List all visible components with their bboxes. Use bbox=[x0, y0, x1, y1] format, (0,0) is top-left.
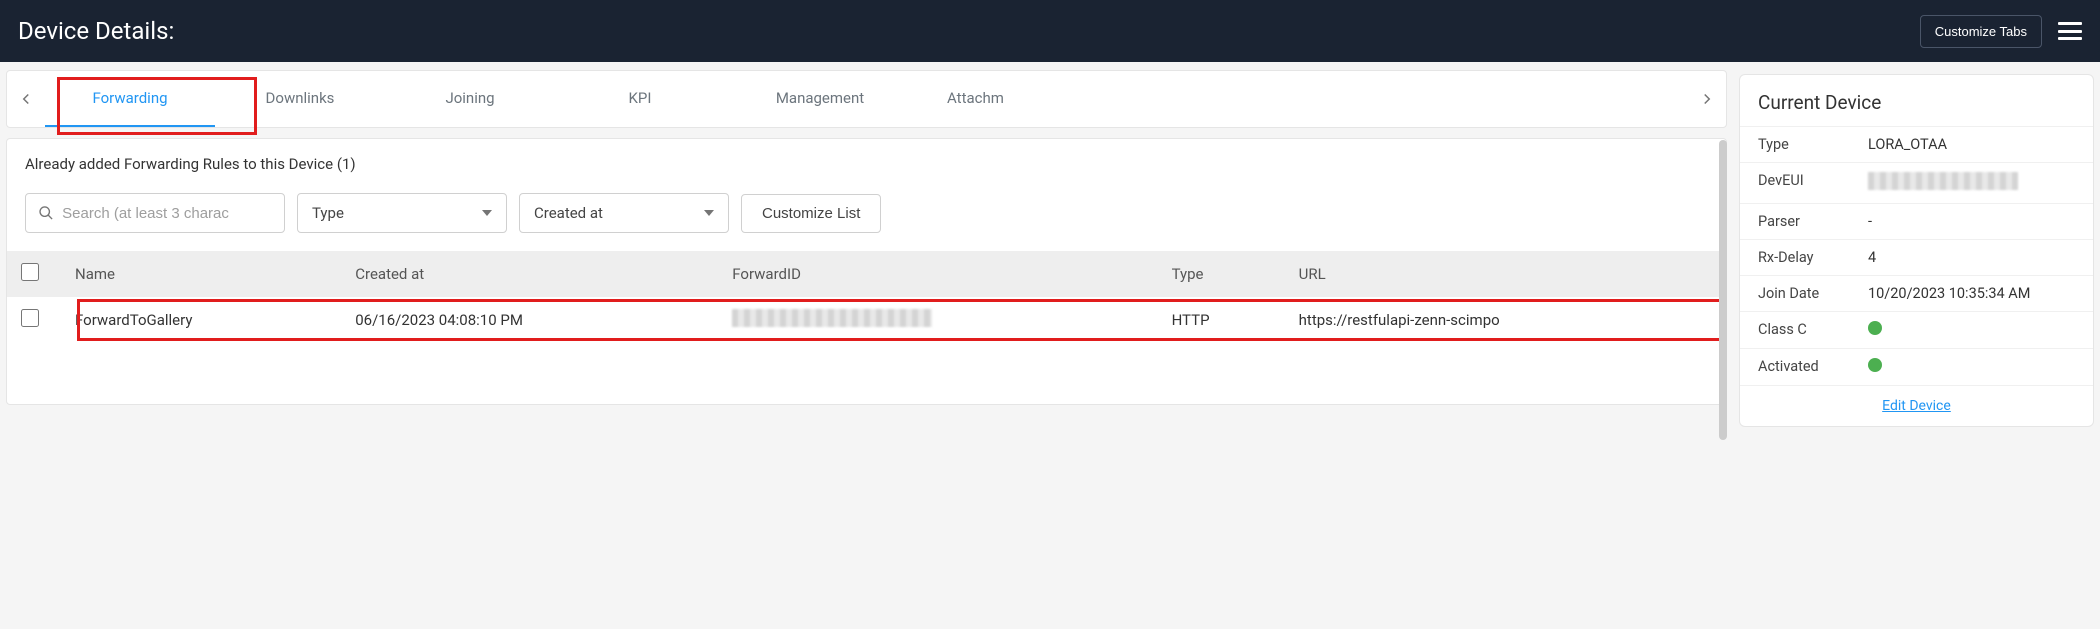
chevron-down-icon bbox=[704, 210, 714, 216]
redacted-value bbox=[1868, 172, 2018, 190]
cell-name: ForwardToGallery bbox=[61, 297, 341, 344]
side-panel-title: Current Device bbox=[1740, 75, 2093, 126]
col-name[interactable]: Name bbox=[61, 251, 341, 297]
col-forwardid[interactable]: ForwardID bbox=[718, 251, 1157, 297]
created-filter-label: Created at bbox=[534, 204, 603, 222]
search-input[interactable] bbox=[62, 205, 272, 222]
field-parser: Parser- bbox=[1740, 203, 2093, 239]
empty-row bbox=[7, 344, 1726, 404]
type-filter[interactable]: Type bbox=[297, 193, 507, 233]
search-box[interactable] bbox=[25, 193, 285, 233]
type-filter-label: Type bbox=[312, 204, 344, 222]
cell-url: https://restfulapi-zenn-scimpo bbox=[1285, 297, 1726, 344]
row-select-cell bbox=[7, 297, 61, 344]
rules-table: Name Created at ForwardID Type URL Forwa… bbox=[7, 251, 1726, 404]
edit-device-link[interactable]: Edit Device bbox=[1740, 385, 2093, 426]
page-title: Device Details: bbox=[18, 17, 174, 45]
customize-tabs-button[interactable]: Customize Tabs bbox=[1920, 15, 2042, 48]
created-filter[interactable]: Created at bbox=[519, 193, 729, 233]
row-checkbox[interactable] bbox=[21, 309, 39, 327]
field-type: TypeLORA_OTAA bbox=[1740, 126, 2093, 162]
rules-title: Already added Forwarding Rules to this D… bbox=[7, 139, 1726, 185]
app-header: Device Details: Customize Tabs bbox=[0, 0, 2100, 62]
current-device-panel: Current Device TypeLORA_OTAA DevEUI Pars… bbox=[1739, 74, 2094, 427]
redacted-value bbox=[732, 309, 932, 327]
chevron-down-icon bbox=[482, 210, 492, 216]
tab-management[interactable]: Management bbox=[725, 71, 915, 127]
forwarding-rules-panel: Already added Forwarding Rules to this D… bbox=[6, 138, 1727, 405]
search-icon bbox=[38, 204, 54, 222]
field-rx-delay: Rx-Delay4 bbox=[1740, 239, 2093, 275]
chevron-left-icon bbox=[17, 90, 35, 108]
menu-icon[interactable] bbox=[2058, 22, 2082, 40]
col-type[interactable]: Type bbox=[1158, 251, 1285, 297]
table-header-row: Name Created at ForwardID Type URL bbox=[7, 251, 1726, 297]
table-row[interactable]: ForwardToGallery 06/16/2023 04:08:10 PM … bbox=[7, 297, 1726, 344]
chevron-right-icon bbox=[1698, 90, 1716, 108]
cell-created: 06/16/2023 04:08:10 PM bbox=[341, 297, 718, 344]
field-join-date: Join Date10/20/2023 10:35:34 AM bbox=[1740, 275, 2093, 311]
tab-joining[interactable]: Joining bbox=[385, 71, 555, 127]
col-url[interactable]: URL bbox=[1285, 251, 1726, 297]
select-all-cell bbox=[7, 251, 61, 297]
tab-attachments[interactable]: Attachm bbox=[915, 71, 1036, 127]
customize-list-button[interactable]: Customize List bbox=[741, 194, 881, 233]
field-deveui: DevEUI bbox=[1740, 162, 2093, 203]
status-dot-icon bbox=[1868, 321, 1882, 335]
col-created[interactable]: Created at bbox=[341, 251, 718, 297]
tab-downlinks[interactable]: Downlinks bbox=[215, 71, 385, 127]
rules-toolbar: Type Created at Customize List bbox=[7, 185, 1726, 251]
tab-kpi[interactable]: KPI bbox=[555, 71, 725, 127]
field-class-c: Class C bbox=[1740, 311, 2093, 348]
tab-scroll-left[interactable] bbox=[7, 90, 45, 108]
select-all-checkbox[interactable] bbox=[21, 263, 39, 281]
cell-type: HTTP bbox=[1158, 297, 1285, 344]
tab-forwarding[interactable]: Forwarding bbox=[45, 71, 215, 127]
vertical-scrollbar[interactable] bbox=[1719, 140, 1727, 440]
header-actions: Customize Tabs bbox=[1920, 15, 2082, 48]
status-dot-icon bbox=[1868, 358, 1882, 372]
field-activated: Activated bbox=[1740, 348, 2093, 385]
tab-scroll-right[interactable] bbox=[1688, 90, 1726, 108]
tab-bar: Forwarding Downlinks Joining KPI Managem… bbox=[6, 70, 1727, 128]
tabs-list: Forwarding Downlinks Joining KPI Managem… bbox=[45, 71, 1688, 127]
cell-forwardid bbox=[718, 297, 1157, 344]
